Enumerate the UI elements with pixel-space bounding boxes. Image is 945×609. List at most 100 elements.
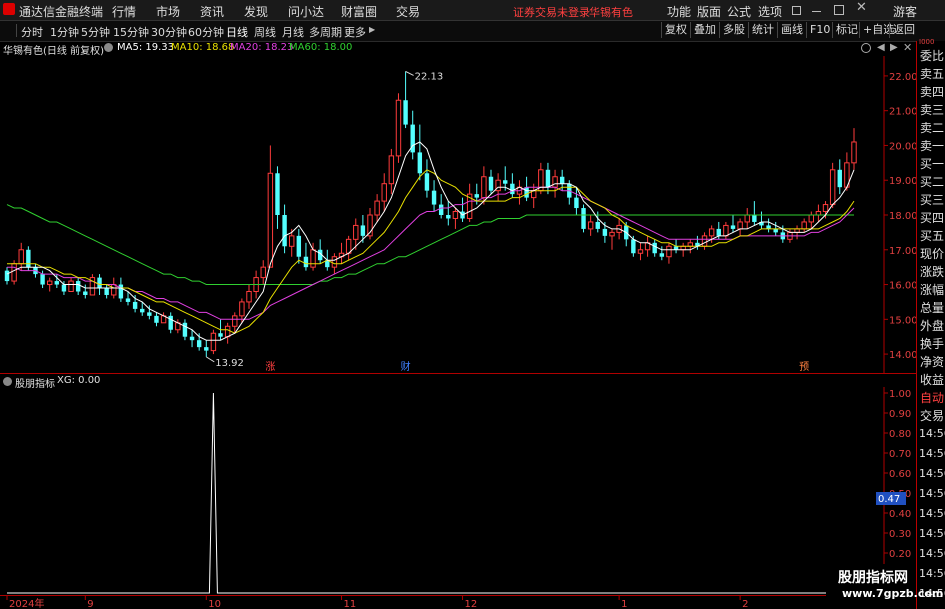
minimize-icon[interactable] <box>812 11 821 12</box>
price-tick-label: 14.00 <box>889 350 916 361</box>
candle-body <box>360 225 366 236</box>
menu-zixun[interactable]: 资讯 <box>200 3 224 20</box>
period-fenshi[interactable]: 分时 <box>21 24 43 40</box>
indicator-chart[interactable]: 0.100.200.300.400.500.600.700.800.901.00… <box>0 387 916 595</box>
date-tick-label: 1 <box>621 599 627 609</box>
rp-trade[interactable]: 交易 <box>920 407 944 424</box>
menu-gongneng[interactable]: 功能 <box>667 3 691 20</box>
indicator-tick-label: 1.00 <box>889 389 911 400</box>
period-30min[interactable]: 30分钟 <box>151 24 187 40</box>
trade-time: 14:56 <box>919 527 945 540</box>
event-marker: 预 <box>799 361 809 373</box>
candle-body <box>68 280 74 292</box>
candle-body <box>829 169 836 206</box>
candle-body <box>481 176 487 199</box>
candle-body <box>275 173 280 215</box>
candle-body <box>559 176 565 184</box>
date-tick-label: 2024年 <box>9 597 44 609</box>
candle-body <box>701 235 708 247</box>
candle-body <box>18 249 24 265</box>
indicator-tick-label: 0.40 <box>889 509 911 520</box>
trade-time: 14:56 <box>919 547 945 560</box>
candle-body <box>752 215 757 222</box>
rp-auto[interactable]: 自动 <box>920 389 944 406</box>
rp-change-pct: 涨幅 <box>920 283 945 297</box>
duogu-button[interactable]: 多股 <box>719 22 748 38</box>
candle-body <box>631 239 636 254</box>
diejia-button[interactable]: 叠加 <box>690 22 719 38</box>
candle-body <box>189 336 195 341</box>
period-5min[interactable]: 5分钟 <box>81 24 110 40</box>
ma20-label: MA20: 18.23 <box>230 42 294 53</box>
fuquan-button[interactable]: 复权 <box>661 22 690 38</box>
period-weekly[interactable]: 周线 <box>254 24 276 40</box>
maximize-icon[interactable] <box>834 5 844 15</box>
biaoji-button[interactable]: 标记 <box>832 22 859 38</box>
menu-bar: 通达信金融终端 行情 市场 资讯 发现 问小达 财富圈 交易 证券交易未登录 华… <box>0 0 945 21</box>
menu-xuanxiang[interactable]: 选项 <box>758 3 782 20</box>
back-button[interactable]: 返回 <box>889 22 916 38</box>
period-monthly[interactable]: 月线 <box>282 24 304 40</box>
high-pointer <box>405 70 414 76</box>
date-axis: 2024年 9 10 11 12 1 2 <box>0 595 916 609</box>
candle-body <box>737 221 743 230</box>
period-multi[interactable]: 多周期 <box>309 24 342 40</box>
candlestick-chart[interactable]: 14.00 15.00 16.00 17.00 18.00 19.00 20.00 21.00… <box>0 56 916 374</box>
candle-body <box>260 266 266 279</box>
rp-price: 现价 <box>920 247 945 261</box>
candle-body <box>452 211 459 219</box>
period-1min[interactable]: 1分钟 <box>50 24 79 40</box>
menu-shichang[interactable]: 市场 <box>156 3 180 20</box>
candle-body <box>488 176 494 191</box>
candle-body <box>282 215 287 247</box>
price-tick-label: 20.00 <box>889 141 916 152</box>
ma60-label: MA60: 18.00 <box>289 42 353 53</box>
menu-banmian[interactable]: 版面 <box>697 3 721 20</box>
candle-body <box>288 235 295 247</box>
menu-faxian[interactable]: 发现 <box>244 3 268 20</box>
menu-wenxiaoda[interactable]: 问小达 <box>288 3 324 20</box>
rp-buy4: 买四 <box>920 211 945 225</box>
rp-weibi: 委比 <box>920 49 945 63</box>
indicator-value-tag-text: 0.47 <box>878 494 900 505</box>
user-label[interactable]: 游客 <box>893 3 917 20</box>
candle-body <box>75 281 81 292</box>
restore-icon[interactable] <box>792 6 801 15</box>
period-60min[interactable]: 60分钟 <box>188 24 224 40</box>
candle-body <box>40 274 45 285</box>
candle-body <box>403 100 408 125</box>
candle-body <box>446 215 451 219</box>
add-favorite-button[interactable]: +自选 <box>859 22 894 38</box>
candle-body <box>545 169 551 188</box>
huaxian-button[interactable]: 画线 <box>777 22 806 38</box>
panel-toggle-icon[interactable] <box>861 43 871 53</box>
date-tick-label: 10 <box>208 599 221 609</box>
period-more[interactable]: 更多 <box>344 24 366 40</box>
settings-circle-icon[interactable] <box>104 43 113 52</box>
candle-body <box>659 253 665 257</box>
candle-body <box>296 235 302 257</box>
indicator-toggle-icon[interactable] <box>3 377 12 386</box>
trade-time: 14:56 <box>919 467 945 480</box>
menu-jiaoyi[interactable]: 交易 <box>396 3 420 20</box>
panel-scroll-left-icon[interactable]: ◀ <box>877 42 885 53</box>
period-daily[interactable]: 日线 <box>226 24 248 40</box>
panel-scroll-right-icon[interactable]: ▶ <box>890 42 898 53</box>
tongji-button[interactable]: 统计 <box>748 22 777 38</box>
candle-body <box>267 172 274 268</box>
candle-body <box>147 312 152 316</box>
period-15min[interactable]: 15分钟 <box>113 24 149 40</box>
menu-gongshi[interactable]: 公式 <box>727 3 751 20</box>
candle-body <box>125 298 131 302</box>
menu-hangqing[interactable]: 行情 <box>112 3 136 20</box>
more-dropdown-icon[interactable]: ▶ <box>369 25 375 34</box>
candle-body <box>652 242 657 254</box>
menu-caifuquan[interactable]: 财富圈 <box>341 3 377 20</box>
close-icon[interactable]: ✕ <box>856 0 867 15</box>
panel-close-icon[interactable]: ✕ <box>903 41 912 54</box>
candle-body <box>687 242 694 247</box>
event-marker: 涨 <box>265 361 275 373</box>
candle-body <box>708 228 715 237</box>
login-notice[interactable]: 证券交易未登录 <box>513 4 590 20</box>
f10-button[interactable]: F10 <box>806 22 832 38</box>
